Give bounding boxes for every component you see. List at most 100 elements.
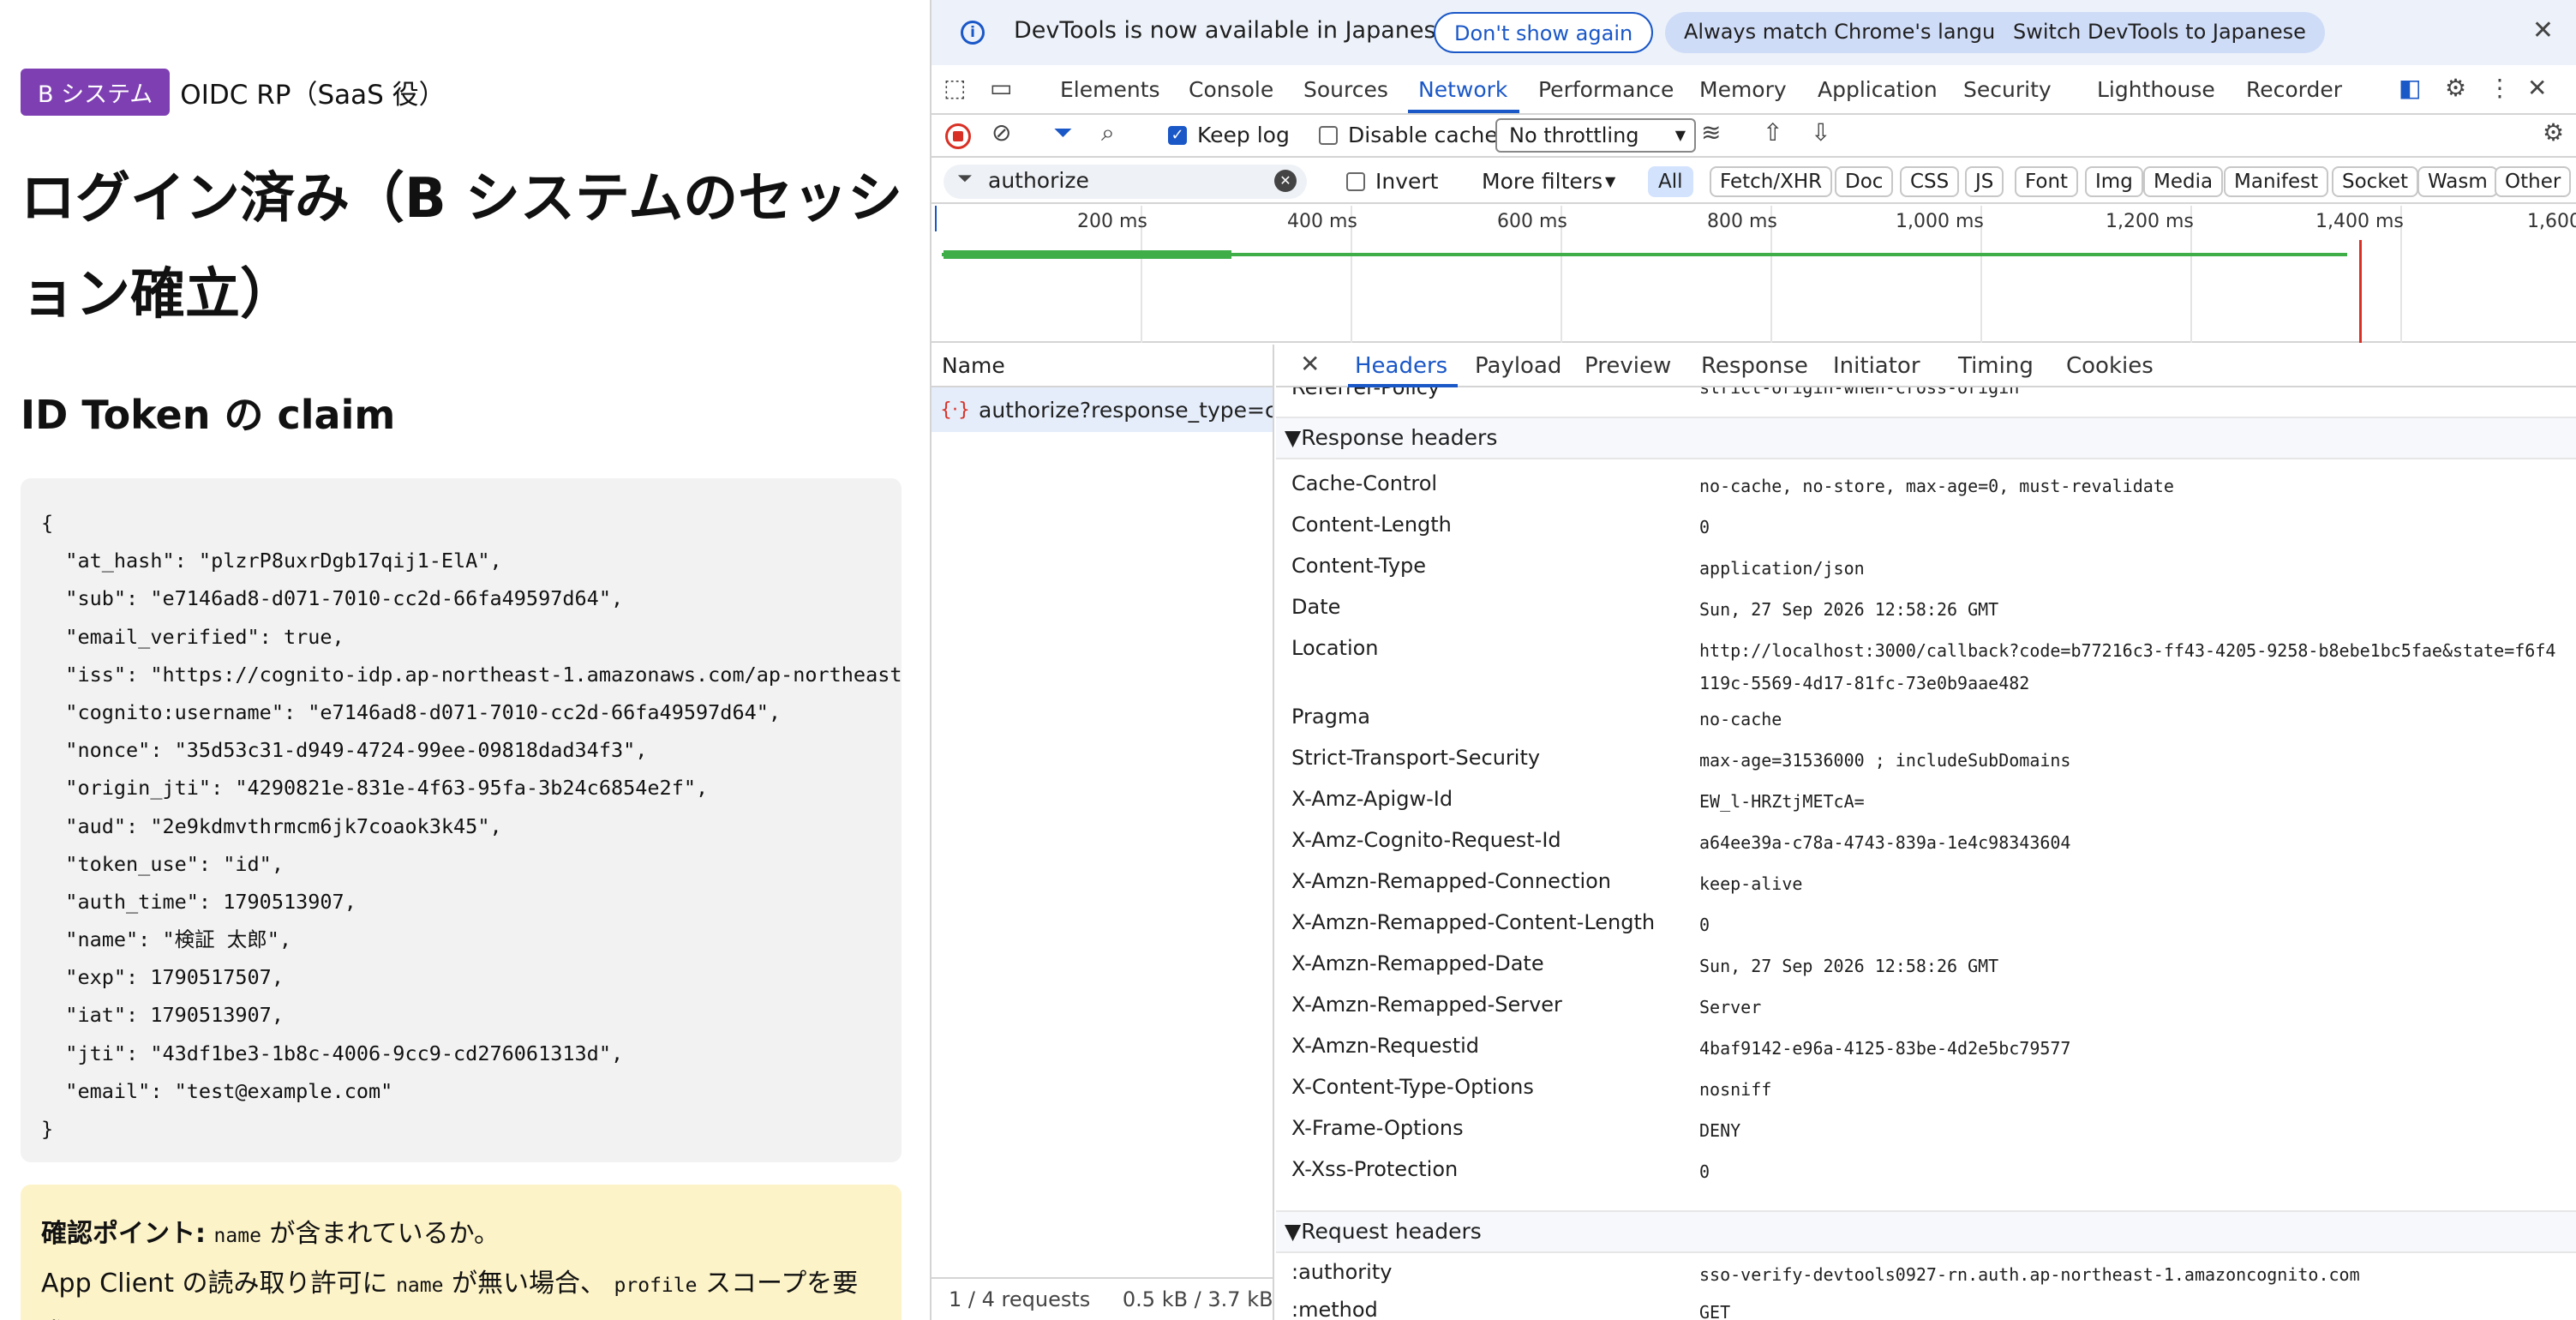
chip-wasm[interactable]: Wasm [2417,166,2498,197]
timeline-tick-label: 1,400 ms [2315,211,2404,232]
header-value: GET [1699,1302,1731,1320]
code-line: { [41,511,54,535]
name-column-header[interactable]: Name [932,345,1273,387]
note-text: App Client の読み取り許可に [41,1269,397,1299]
chip-other[interactable]: Other [2495,166,2572,197]
more-filters-dropdown[interactable]: More filters [1482,169,1603,194]
chip-manifest[interactable]: Manifest [2224,166,2329,197]
chip-socket[interactable]: Socket [2332,166,2418,197]
code-line: "jti": "43df1be3-1b8c-4006-9cc9-cd276061… [41,1041,624,1065]
tab-cookies[interactable]: Cookies [2066,353,2154,379]
dont-show-again-button[interactable]: Don't show again [1434,12,1654,53]
import-har-icon[interactable]: ⇧ [1763,118,1782,147]
request-headers-section[interactable]: ▼Request headers [1276,1210,2576,1253]
switch-to-japanese-button[interactable]: Switch DevTools to Japanese [1994,12,2325,53]
app-title: OIDC RP（SaaS 役） [180,80,446,111]
device-toolbar-icon[interactable]: ▭ [990,74,1012,102]
code-line: "iat": 1790513907, [41,1003,284,1028]
ai-assistance-icon[interactable]: ◧ [2399,74,2421,102]
close-detail-icon[interactable]: ✕ [1300,350,1320,378]
infobar-message: DevTools is now available in Japanese [1014,17,1451,44]
devtools-panel: i DevTools is now available in Japanese … [930,0,2576,1320]
transfer-size: 0.5 kB / 3.7 kB tr [1122,1287,1273,1311]
header-value: 0 [1699,517,1710,537]
throttling-select[interactable]: No throttling ▼ [1495,118,1696,153]
filter-input[interactable]: ⏷ authorize ✕ [944,165,1307,199]
header-value: EW_l-HRZtjMETcA= [1699,791,1865,812]
network-settings-gear-icon[interactable]: ⚙ [2543,118,2564,147]
tab-preview[interactable]: Preview [1585,353,1671,379]
tab-sources[interactable]: Sources [1303,77,1388,102]
header-value: sso-verify-devtools0927-rn.auth.ap-north… [1699,1264,2360,1285]
filter-icon[interactable]: ⏷ [1053,118,1072,147]
tab-security[interactable]: Security [1963,77,2052,102]
chevron-down-icon: ▼ [1674,127,1686,143]
invert-checkbox[interactable] [1346,172,1365,191]
active-tab-indicator [1408,110,1519,113]
network-toolbar: ⊘ ⏷ ⌕ ✓ Keep log Disable cache No thrott… [932,115,2576,158]
tab-lighthouse[interactable]: Lighthouse [2097,77,2215,102]
code-line: "name": "検証 太郎", [41,927,292,952]
gear-icon[interactable]: ⚙ [2445,74,2466,102]
header-name: :authority [1291,1260,1393,1284]
app-page: B システム OIDC RP（SaaS 役） ログイン済み（B システムのセッシ… [0,0,930,1320]
tab-recorder[interactable]: Recorder [2246,77,2342,102]
request-row[interactable]: {·} authorize?response_type=c... [932,387,1273,432]
tab-application[interactable]: Application [1818,77,1938,102]
chip-media[interactable]: Media [2143,166,2224,197]
keep-log-checkbox[interactable]: ✓ [1168,126,1187,145]
timeline-tick-label: 600 ms [1497,211,1567,232]
inspect-element-icon[interactable]: ⬚ [944,74,966,102]
tab-timing[interactable]: Timing [1958,353,2034,379]
tab-performance[interactable]: Performance [1538,77,1674,102]
tab-console[interactable]: Console [1189,77,1273,102]
request-name: authorize?response_type=c... [979,397,1273,423]
disable-cache-checkbox[interactable] [1319,126,1338,145]
scrolled-header-row: Referrer-Policy strict-origin-when-cross… [1276,387,2576,403]
header-value: nosniff [1699,1079,1772,1100]
clear-filter-icon[interactable]: ✕ [1274,170,1297,192]
header-name: Cache-Control [1291,471,1438,495]
timeline-selection-handle[interactable] [935,206,937,231]
timeline-tick-label: 1,200 ms [2106,211,2194,232]
header-name: X-Content-Type-Options [1291,1075,1534,1099]
note-code: name [396,1275,444,1297]
close-icon[interactable]: ✕ [2532,15,2554,45]
response-headers-section[interactable]: ▼Response headers [1276,417,2576,459]
code-line: "exp": 1790517507, [41,965,284,990]
chip-doc[interactable]: Doc [1835,166,1894,197]
export-har-icon[interactable]: ⇩ [1811,118,1830,147]
tab-payload[interactable]: Payload [1475,353,1561,379]
record-stop-icon[interactable] [945,123,971,149]
request-list: Name {·} authorize?response_type=c... 1 … [932,345,1274,1320]
clear-icon[interactable]: ⊘ [991,118,1011,147]
header-name: Location [1291,636,1379,660]
chip-css[interactable]: CSS [1900,166,1960,197]
tab-network[interactable]: Network [1418,77,1507,102]
check-point-note: 確認ポイント: name が含まれているか。 App Client の読み取り許… [21,1185,902,1320]
close-devtools-icon[interactable]: ✕ [2527,74,2547,102]
timeline-load-marker [2359,240,2362,343]
requests-status-bar: 1 / 4 requests 0.5 kB / 3.7 kB tr [932,1277,1273,1320]
chip-fetch-xhr[interactable]: Fetch/XHR [1710,166,1833,197]
search-icon[interactable]: ⌕ [1101,118,1115,147]
tab-elements[interactable]: Elements [1060,77,1160,102]
note-text: が無い場合、 [443,1269,614,1299]
header-value: max-age=31536000 ; includeSubDomains [1699,750,2071,771]
tab-response[interactable]: Response [1701,353,1808,379]
tab-memory[interactable]: Memory [1699,77,1787,102]
chip-img[interactable]: Img [2085,166,2143,197]
header-name: X-Amzn-Requestid [1291,1034,1480,1058]
tab-initiator[interactable]: Initiator [1833,353,1920,379]
chip-js[interactable]: JS [1965,166,2004,197]
chip-font[interactable]: Font [2015,166,2079,197]
tab-headers[interactable]: Headers [1355,353,1447,379]
code-line: "at_hash": "plzrP8uxrDgb17qij1-ElA", [41,549,502,573]
network-conditions-icon[interactable]: ≋ [1701,118,1721,147]
more-options-icon[interactable]: ⋮ [2488,74,2512,102]
timeline-tick-label: 1,000 ms [1896,211,1984,232]
network-overview-timeline[interactable]: 200 ms 400 ms 600 ms 800 ms 1,000 ms 1,2… [932,206,2576,343]
header-name: X-Amzn-Remapped-Content-Length [1291,910,1656,934]
chip-all[interactable]: All [1648,166,1693,197]
header-value: DENY [1699,1120,1741,1141]
